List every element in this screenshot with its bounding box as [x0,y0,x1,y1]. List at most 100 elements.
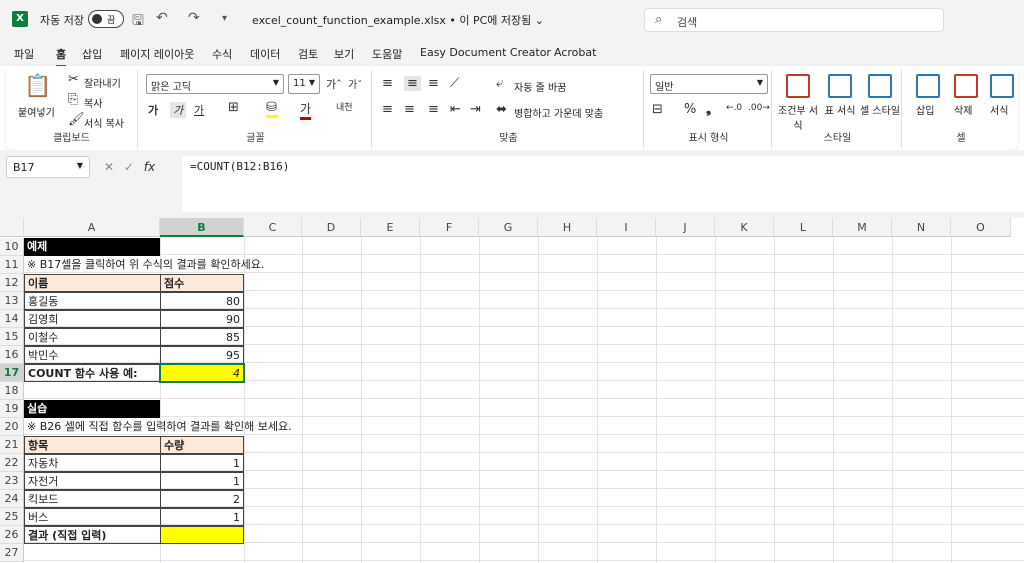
tab-file[interactable]: 파일 [14,46,34,62]
format-as-table-button[interactable]: 표 서식 [822,102,858,117]
cell-a14[interactable]: 김영희 [24,310,161,328]
row-header[interactable]: 22 [0,454,24,472]
cell-styles-icon[interactable] [868,74,892,98]
insert-cells-button[interactable]: 삽입 [916,102,934,117]
merge-center-button[interactable]: 병합하고 가운데 맞춤 [514,105,603,120]
paste-icon[interactable]: 📋 [24,74,51,99]
paste-button[interactable]: 붙여넣기 [18,104,55,119]
tab-formulas[interactable]: 수식 [212,46,232,62]
shrink-font-icon[interactable]: 가ˇ [348,76,362,91]
cell-b24[interactable]: 2 [160,490,244,508]
file-name[interactable]: excel_count_function_example.xlsx • 이 PC… [252,12,544,28]
insert-function-button[interactable]: fx [144,160,155,174]
cell-b22[interactable]: 1 [160,454,244,472]
tab-page-layout[interactable]: 페이지 레이아웃 [120,46,194,62]
font-size-select[interactable]: 11 ▼ [288,74,320,94]
cell-a19[interactable]: 실습 [24,400,160,418]
orientation-icon[interactable]: ⟋ [450,76,459,91]
cancel-icon[interactable]: ✕ [104,160,114,174]
row-header[interactable]: 26 [0,526,24,544]
comma-style-icon[interactable]: ❟ [706,102,711,117]
row-header[interactable]: 25 [0,508,24,526]
row-header[interactable]: 11 [0,256,24,274]
align-left-icon[interactable]: ≡ [382,102,393,117]
cell-a20[interactable]: ※ B26 셀에 직접 함수를 입력하여 결과를 확인해 보세요. [24,418,354,436]
format-painter-icon[interactable]: 🖌 [68,112,85,127]
column-header-g[interactable]: G [479,218,538,237]
phonetic-icon[interactable]: 내천 [336,100,353,113]
tab-review[interactable]: 검토 [298,46,318,62]
font-name-select[interactable]: 맑은 고딕 ▼ [146,74,284,94]
insert-cells-icon[interactable] [916,74,940,98]
cell-a12[interactable]: 이름 [24,274,161,292]
row-header[interactable]: 18 [0,382,24,400]
row-header[interactable]: 10 [0,238,24,256]
customize-toolbar-icon[interactable]: ▾ [222,13,227,24]
fill-color-icon[interactable]: ⛁ [266,100,277,118]
format-as-table-icon[interactable] [828,74,852,98]
tab-home[interactable]: 홈 [56,46,67,68]
cell-b14[interactable]: 90 [160,310,244,328]
cell-b15[interactable]: 85 [160,328,244,346]
wrap-text-button[interactable]: 자동 줄 바꿈 [514,79,566,94]
increase-indent-icon[interactable]: ⇥ [470,102,481,117]
column-header-m[interactable]: M [833,218,892,237]
tab-help[interactable]: 도움말 [372,46,402,62]
cell-a15[interactable]: 이철수 [24,328,161,346]
column-header-h[interactable]: H [538,218,597,237]
align-bottom-icon[interactable]: ≡ [428,76,439,91]
column-header-a[interactable]: A [24,218,160,237]
delete-cells-icon[interactable] [954,74,978,98]
cell-a26[interactable]: 결과 (직접 입력) [24,526,161,544]
format-cells-button[interactable]: 서식 [990,102,1008,117]
percent-style-icon[interactable]: % [684,102,696,117]
align-top-icon[interactable]: ≡ [382,76,393,91]
cell-b17[interactable]: 4 [159,363,245,383]
tab-insert[interactable]: 삽입 [82,46,102,62]
cut-icon[interactable]: ✂ [68,72,79,87]
column-header-c[interactable]: C [244,218,302,237]
delete-cells-button[interactable]: 삭제 [954,102,972,117]
accounting-format-icon[interactable]: ⊟ [652,102,663,117]
search-input[interactable]: ⌕ 검색 [644,8,944,32]
cell-b13[interactable]: 80 [160,292,244,310]
format-painter-button[interactable]: 서식 복사 [84,115,124,130]
conditional-formatting-button[interactable]: 조건부 서식 [778,102,818,132]
column-header-f[interactable]: F [420,218,479,237]
align-center-icon[interactable]: ≡ [404,102,415,117]
name-box[interactable]: B17 ▼ [6,156,90,178]
merge-center-icon[interactable]: ⬌ [496,102,507,117]
select-all-corner[interactable] [0,218,24,237]
grow-font-icon[interactable]: 가ˆ [326,76,342,92]
cell-a23[interactable]: 자전거 [24,472,161,490]
enter-icon[interactable]: ✓ [124,160,134,174]
cell-b23[interactable]: 1 [160,472,244,490]
cell-b16[interactable]: 95 [160,346,244,364]
cell-a24[interactable]: 킥보드 [24,490,161,508]
align-middle-icon[interactable]: ≡ [404,76,421,91]
row-header[interactable]: 13 [0,292,24,310]
number-format-select[interactable]: 일반 ▼ [650,74,768,94]
row-header[interactable]: 17 [0,364,24,382]
italic-button[interactable]: 가 [170,102,187,118]
column-header-i[interactable]: I [597,218,656,237]
row-header[interactable]: 19 [0,400,24,418]
tab-easy-document-creator[interactable]: Easy Document Creator [420,46,551,59]
column-header-b[interactable]: B [160,218,244,237]
decrease-decimal-icon[interactable]: .00→ [748,103,770,113]
borders-icon[interactable]: ⊞ [228,100,239,115]
column-header-o[interactable]: O [951,218,1011,237]
align-right-icon[interactable]: ≡ [428,102,439,117]
wrap-text-icon[interactable]: ⤶ [496,76,503,91]
column-header-j[interactable]: J [656,218,715,237]
tab-acrobat[interactable]: Acrobat [554,46,596,59]
column-header-k[interactable]: K [715,218,774,237]
row-header[interactable]: 12 [0,274,24,292]
cell-b12[interactable]: 점수 [160,274,244,292]
formula-input[interactable]: =COUNT(B12:B16) [182,156,1024,212]
column-header-e[interactable]: E [361,218,420,237]
row-header[interactable]: 24 [0,490,24,508]
cell-a10[interactable]: 예제 [24,238,160,256]
row-header[interactable]: 27 [0,544,24,562]
cell-a25[interactable]: 버스 [24,508,161,526]
